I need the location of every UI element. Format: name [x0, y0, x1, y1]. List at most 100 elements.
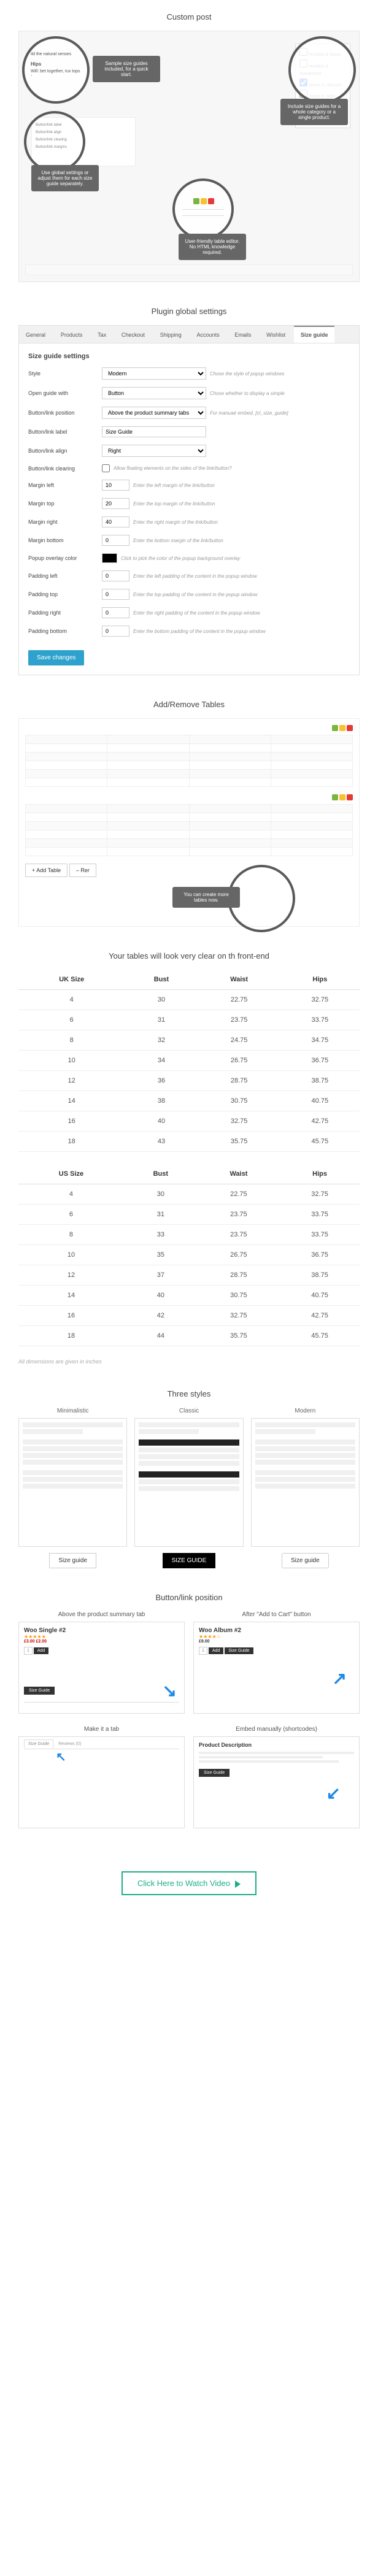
table-row: 123628.7538.75 — [18, 1071, 360, 1091]
arrow-icon: ↘ — [163, 1681, 177, 1701]
table-header: US Size — [18, 1164, 124, 1184]
callout-global: Use global settings or adjust them for e… — [31, 165, 99, 191]
section-title-position: Button/link position — [18, 1593, 360, 1602]
dimensions-note: All dimensions are given in inches — [18, 1359, 360, 1365]
mr-input[interactable] — [102, 516, 129, 527]
tab-emails[interactable]: Emails — [228, 327, 258, 343]
table-row: 63123.7533.75 — [18, 1205, 360, 1225]
table-header: Waist — [198, 1164, 280, 1184]
mt-input[interactable] — [102, 498, 129, 509]
settings-body: Size guide settings StyleModernChose the… — [18, 343, 360, 675]
pt-input[interactable] — [102, 589, 129, 600]
sg-badge-1[interactable]: Size Guide — [24, 1687, 55, 1695]
table-header: UK Size — [18, 970, 125, 990]
circle-content: ild the natural senses Hips Will: bet to… — [22, 36, 90, 104]
tab-general[interactable]: General — [19, 327, 52, 343]
position-select[interactable]: Above the product summary tabs — [102, 407, 206, 419]
ml-input[interactable] — [102, 480, 129, 491]
pos-label-4: Embed manually (shortcodes) — [193, 1726, 360, 1733]
table-header: Hips — [280, 970, 360, 990]
action-add-icon[interactable] — [332, 725, 338, 731]
table-row: 123728.7538.75 — [18, 1265, 360, 1286]
circle-editor — [172, 178, 234, 240]
tab-rev[interactable]: Reviews (0) — [55, 1740, 85, 1748]
table-row: 164032.7542.75 — [18, 1111, 360, 1132]
style-btn-3[interactable]: Size guide — [282, 1553, 329, 1568]
table-header: Bust — [124, 1164, 198, 1184]
tab-checkout[interactable]: Checkout — [115, 327, 152, 343]
table-row: 43022.7532.75 — [18, 990, 360, 1010]
style-btn-1[interactable]: Size guide — [49, 1553, 96, 1568]
btn-label-input[interactable] — [102, 426, 206, 437]
action-edit-icon[interactable] — [339, 725, 345, 731]
style-label-3: Modern — [251, 1408, 360, 1414]
table-row: 43022.7532.75 — [18, 1184, 360, 1205]
style-select[interactable]: Modern — [102, 367, 206, 380]
pos-label-3: Make it a tab — [18, 1726, 185, 1733]
tab-sizeguide[interactable]: Size guide — [294, 326, 335, 343]
mb-input[interactable] — [102, 535, 129, 546]
pl-input[interactable] — [102, 570, 129, 581]
table-actions-2 — [25, 794, 353, 802]
table-row: 144030.7540.75 — [18, 1286, 360, 1306]
pos-card-1: Woo Single #2 ★★★★★ £3.00 £2.00 1 Add Si… — [18, 1622, 185, 1714]
callout-sample: Sample size guides included, for a quick… — [93, 56, 160, 82]
add-table-button[interactable]: + Add Table — [25, 864, 68, 877]
table-row: 184435.7545.75 — [18, 1326, 360, 1346]
table-row: 143830.7540.75 — [18, 1091, 360, 1111]
play-icon — [235, 1880, 241, 1888]
arrow-icon-3: ↖ — [56, 1749, 66, 1765]
editor-toolbar[interactable] — [25, 264, 353, 275]
table-header: Bust — [125, 970, 198, 990]
hips-label: Hips — [31, 61, 81, 67]
style-label-2: Classic — [134, 1408, 243, 1414]
watch-video-button[interactable]: Click Here to Watch Video — [122, 1871, 256, 1895]
callout-more-tables: You can create more tables now. — [172, 887, 240, 908]
fake-table-2[interactable] — [25, 804, 353, 856]
settings-tabs: General Products Tax Checkout Shipping A… — [18, 325, 360, 343]
pr-input[interactable] — [102, 607, 129, 618]
table-row: 103426.7536.75 — [18, 1051, 360, 1071]
pos-card-4: Product Description Size Guide ↙ — [193, 1736, 360, 1828]
tab-products[interactable]: Products — [54, 327, 90, 343]
pb-input[interactable] — [102, 626, 129, 637]
style-label-1: Minimalistic — [18, 1408, 127, 1414]
style-card-classic — [134, 1418, 243, 1547]
section-title-addremove: Add/Remove Tables — [18, 700, 360, 709]
table-actions-1 — [25, 725, 353, 732]
table-row: 63123.7533.75 — [18, 1010, 360, 1030]
save-button[interactable]: Save changes — [28, 650, 84, 665]
tab-accounts[interactable]: Accounts — [190, 327, 226, 343]
action-del-icon[interactable] — [347, 725, 353, 731]
sg-badge-2[interactable]: Size Guide — [225, 1647, 253, 1654]
arrow-icon-4: ↙ — [326, 1783, 341, 1803]
callout-category: Include size guides for a whole category… — [280, 99, 348, 125]
tab-tax[interactable]: Tax — [91, 327, 113, 343]
overlay-color[interactable] — [102, 553, 117, 563]
fake-table-1[interactable] — [25, 735, 353, 787]
tab-shipping[interactable]: Shipping — [153, 327, 188, 343]
hips-desc: Will: bet together, tux tops - — [31, 69, 81, 78]
pos-card-2: Woo Album #2 ★★★★☆ £9.00 1 Add Size Guid… — [193, 1622, 360, 1714]
pos-card-3: Size Guide Reviews (0) ↖ — [18, 1736, 185, 1828]
style-card-modern — [251, 1418, 360, 1547]
style-btn-2[interactable]: SIZE GUIDE — [163, 1553, 216, 1568]
circle-categories — [288, 36, 356, 104]
section-title-frontend: Your tables will look very clear on th f… — [18, 951, 360, 960]
tab-sg[interactable]: Size Guide — [24, 1739, 53, 1749]
settings-heading: Size guide settings — [28, 353, 350, 360]
remove-table-button[interactable]: – Rer — [69, 864, 96, 877]
us-size-table: US SizeBustWaistHips43022.7532.7563123.7… — [18, 1164, 360, 1346]
uk-size-table: UK SizeBustWaistHips43022.7532.7563123.7… — [18, 970, 360, 1152]
section-title-styles: Three styles — [18, 1389, 360, 1398]
section-title-custom-post: Custom post — [18, 12, 360, 21]
align-select[interactable]: Right — [102, 445, 206, 457]
open-with-select[interactable]: Button — [102, 387, 206, 399]
table-row: 103526.7536.75 — [18, 1245, 360, 1265]
circle-settings — [24, 111, 85, 172]
bubble-text: ild the natural senses — [31, 52, 81, 56]
tab-wishlist[interactable]: Wishlist — [260, 327, 292, 343]
sg-badge-4[interactable]: Size Guide — [199, 1769, 230, 1777]
clearing-check[interactable] — [102, 464, 110, 472]
table-header: Hips — [280, 1164, 360, 1184]
